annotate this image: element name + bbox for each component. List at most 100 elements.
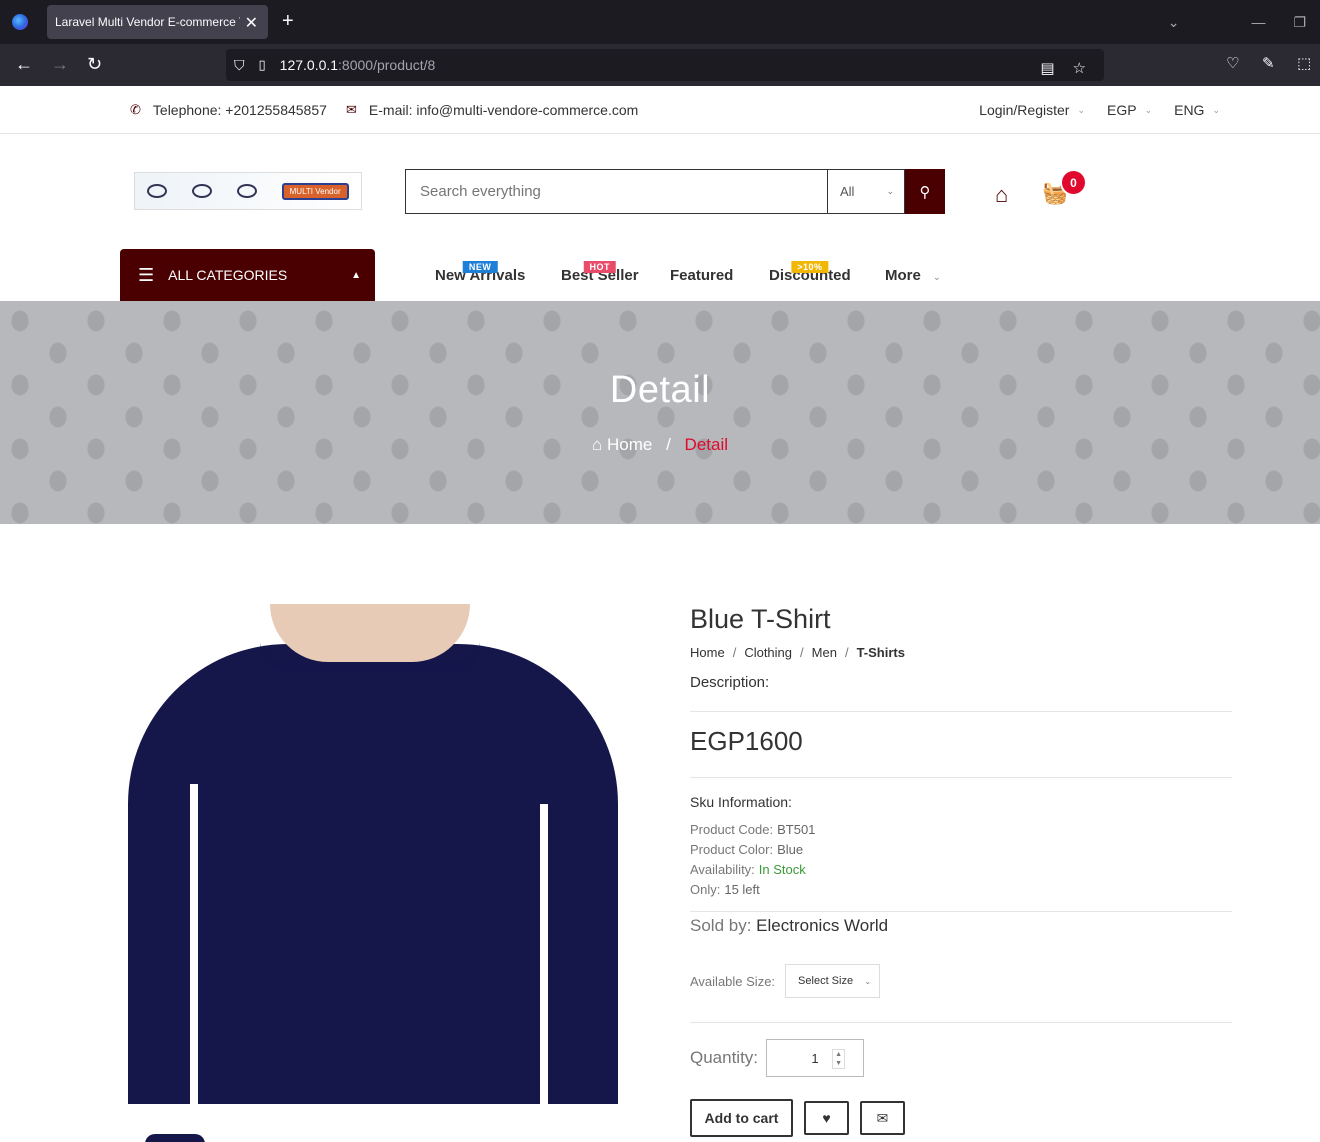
product-name: Blue T-Shirt: [690, 604, 831, 634]
tab-list-icon[interactable]: ⌄: [1168, 14, 1180, 31]
size-select[interactable]: Select Size ⌄: [785, 964, 881, 998]
extensions-icon[interactable]: ⬚: [1297, 54, 1311, 72]
url-bar[interactable]: ⛉ ▯ 127.0.0.1:8000/product/8 ▤ ☆: [226, 49, 1104, 81]
chevron-up-icon: ▲: [351, 269, 361, 281]
add-to-cart-button[interactable]: Add to cart: [690, 1099, 793, 1137]
breadcrumb-link[interactable]: Men: [812, 645, 837, 660]
pocket-icon[interactable]: ♡: [1226, 54, 1239, 72]
product-image[interactable]: [120, 604, 620, 1104]
description-label: Description:: [690, 674, 770, 691]
product-price: EGP1600: [690, 726, 803, 756]
telephone-text: Telephone: +201255845857: [152, 102, 327, 118]
home-small-icon: ⌂: [591, 435, 603, 454]
currency-dropdown[interactable]: EGP ⌄: [1107, 102, 1152, 118]
spinner-arrows-icon[interactable]: ▲ ▼: [832, 1049, 846, 1069]
chevron-down-icon: ⌄: [1077, 104, 1085, 115]
menu-item-new-arrivals[interactable]: NEW New Arrivals: [435, 261, 525, 284]
search-button[interactable]: ⚲: [905, 169, 945, 214]
menu-item-featured[interactable]: Featured: [670, 267, 733, 284]
breadcrumb-separator: /: [844, 645, 849, 660]
telephone-item: ✆ Telephone: +201255845857: [130, 102, 327, 118]
firefox-logo-icon: [12, 14, 28, 30]
product-code-value: BT501: [777, 822, 816, 837]
search-bar: All ⌄ ⚲: [405, 169, 945, 214]
shirt-arm-gap: [190, 784, 198, 1104]
product-color-row: Product Color: Blue: [690, 842, 1232, 857]
sold-by: Sold by: Electronics World: [690, 916, 1232, 936]
menu-item-more[interactable]: More ⌄: [885, 267, 941, 284]
url-actions: ▤ ☆: [1040, 59, 1104, 77]
quantity-label: Quantity:: [690, 1048, 759, 1067]
new-tab-icon[interactable]: +: [282, 10, 294, 33]
top-right-menu: Login/Register ⌄ EGP ⌄ ENG ⌄: [957, 102, 1220, 118]
availability-label: Availability:: [690, 862, 755, 877]
phone-icon: ✆: [130, 102, 141, 117]
logo-figure: [192, 184, 213, 198]
wrench-icon[interactable]: ✎: [1262, 54, 1275, 72]
quantity-stepper[interactable]: 1 ▲ ▼: [766, 1039, 865, 1077]
minimize-icon[interactable]: —: [1251, 14, 1265, 30]
banner-breadcrumb: ⌂ Home / Detail: [0, 435, 1320, 455]
chevron-down-icon: ⌄: [886, 186, 894, 196]
breadcrumb-link[interactable]: Clothing: [744, 645, 792, 660]
logo-figure: [236, 184, 257, 198]
shield-icon[interactable]: ⛉: [234, 57, 245, 74]
breadcrumb-separator: /: [800, 645, 804, 660]
product-code-row: Product Code: BT501: [690, 822, 1232, 837]
product-thumbnail[interactable]: [145, 1134, 205, 1142]
browser-tab[interactable]: Laravel Multi Vendor E-commerce T ✕: [47, 5, 268, 39]
action-buttons: Add to cart ♥ ✉: [690, 1099, 1232, 1137]
wishlist-button[interactable]: ♥: [804, 1101, 849, 1135]
reader-view-icon[interactable]: ▤: [1040, 59, 1054, 77]
chevron-down-icon: ⌄: [1212, 104, 1220, 115]
availability-value: In Stock: [758, 862, 806, 877]
tab-close-icon[interactable]: ✕: [245, 13, 258, 33]
add-to-cart-label: Add to cart: [704, 1110, 779, 1126]
breadcrumb-home-link[interactable]: Home: [607, 435, 652, 454]
vendor-name[interactable]: Electronics World: [756, 916, 888, 935]
menu-item-discounted[interactable]: >10% Discounted: [769, 261, 851, 284]
menu-item-label: Featured: [670, 267, 734, 284]
language-dropdown[interactable]: ENG ⌄: [1174, 102, 1220, 118]
email-text: E-mail: info@multi-vendore-commerce.com: [368, 102, 639, 118]
home-icon[interactable]: ⌂: [995, 182, 1008, 208]
bookmark-star-icon[interactable]: ☆: [1073, 59, 1086, 77]
site-logo[interactable]: MULTI Vendor: [134, 172, 362, 210]
search-category-select[interactable]: All ⌄: [827, 169, 905, 214]
divider: [690, 911, 1232, 912]
sku-heading: Sku Information:: [690, 794, 792, 810]
divider: [690, 777, 1232, 778]
email-friend-button[interactable]: ✉: [860, 1101, 905, 1135]
restore-icon[interactable]: ❐: [1293, 14, 1306, 31]
product-color-value: Blue: [777, 842, 804, 857]
browser-navbar: ← → ↻ ⛉ ▯ 127.0.0.1:8000/product/8 ▤ ☆ ♡…: [0, 44, 1320, 86]
size-select-value: Select Size: [798, 975, 854, 987]
cart-count-badge: 0: [1060, 169, 1087, 196]
page-banner: Detail ⌂ Home / Detail: [0, 301, 1320, 524]
product-code-label: Product Code:: [690, 822, 774, 837]
search-icon: ⚲: [919, 183, 931, 201]
forward-icon[interactable]: →: [51, 54, 69, 75]
quantity-value: 1: [811, 1050, 819, 1066]
window-controls: ⌄ — ❐: [1154, 0, 1320, 44]
logo-figure: [147, 184, 168, 198]
heart-icon: ♥: [822, 1110, 831, 1126]
page-icon: ▯: [258, 57, 266, 72]
site-header: MULTI Vendor All ⌄ ⚲ ⌂ 🧺 0: [0, 134, 1320, 249]
reload-icon[interactable]: ↻: [87, 54, 102, 75]
product-detail: Blue T-Shirt Home / Clothing / Men / T-Shirts …: [0, 524, 1320, 1142]
breadcrumb-link[interactable]: Home: [690, 645, 725, 660]
search-input[interactable]: [405, 169, 827, 214]
login-dropdown[interactable]: Login/Register ⌄: [979, 102, 1085, 118]
product-info: Blue T-Shirt Home / Clothing / Men / T-Shirts …: [690, 604, 1232, 1137]
breadcrumb-separator: /: [666, 435, 671, 454]
menu-item-label: More: [885, 267, 921, 284]
back-icon[interactable]: ←: [15, 54, 33, 75]
login-label: Login/Register: [979, 102, 1070, 118]
shirt-arm-gap: [540, 804, 548, 1104]
stock-left-label: Only:: [690, 882, 721, 897]
chevron-down-icon: ⌄: [933, 272, 941, 282]
size-label: Available Size:: [690, 973, 776, 989]
all-categories-button[interactable]: ☰ ALL CATEGORIES ▲: [120, 249, 375, 301]
menu-item-best-seller[interactable]: HOT Best Seller: [561, 261, 639, 284]
